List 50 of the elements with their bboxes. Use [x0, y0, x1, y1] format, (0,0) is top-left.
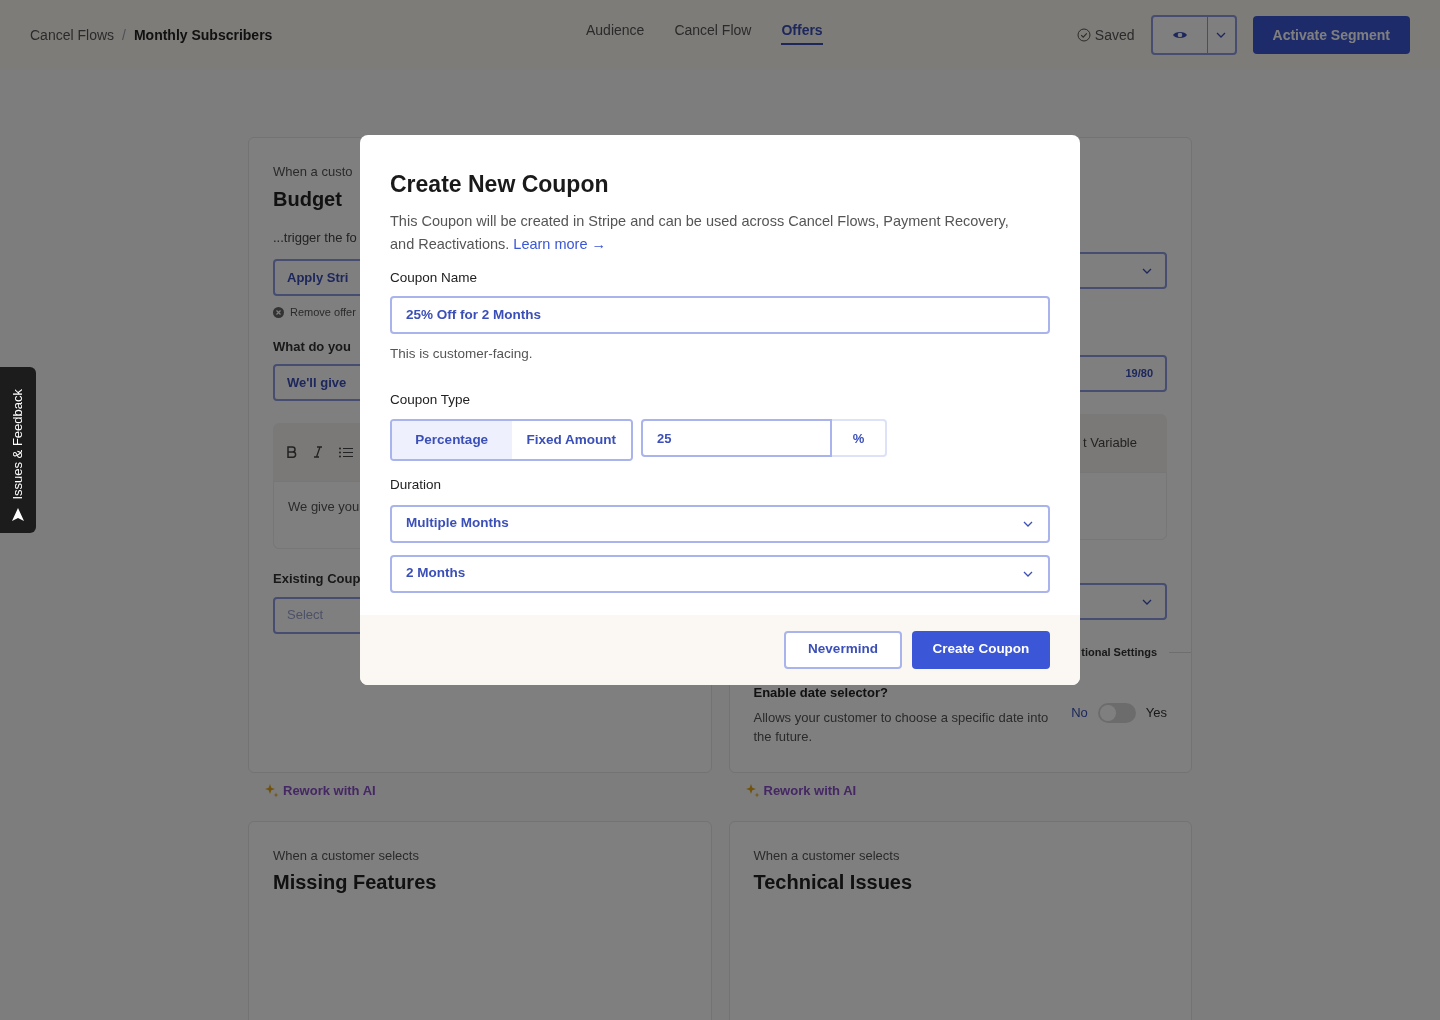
- toggle-label: No: [1071, 703, 1088, 722]
- check-circle-icon: [1076, 28, 1091, 42]
- card-intro: When a customer selects: [753, 846, 900, 865]
- learn-more-link[interactable]: Learn more →: [513, 235, 606, 252]
- list-icon[interactable]: [339, 446, 353, 458]
- duration-select[interactable]: 2 Months: [390, 554, 1050, 593]
- field-label: Coupon Type: [390, 391, 471, 409]
- nevermind-button[interactable]: Nevermind: [784, 630, 902, 669]
- eye-icon: [1171, 29, 1188, 41]
- card-title: Budget: [273, 186, 342, 212]
- breadcrumb-link[interactable]: Cancel Flows: [30, 24, 115, 46]
- insert-variable-label[interactable]: t Variable: [1083, 433, 1137, 453]
- nav-tab[interactable]: Audience: [586, 19, 645, 45]
- nav-tab[interactable]: Offers: [781, 19, 823, 45]
- nav-tab[interactable]: Cancel Flow: [674, 19, 752, 45]
- feedback-tab[interactable]: Issues & Feedback: [0, 367, 36, 533]
- activate-segment-button[interactable]: Activate Segment: [1252, 16, 1410, 54]
- card-title: Technical Issues: [753, 870, 913, 895]
- sparkle-icon: [264, 783, 279, 799]
- card-intro: When a customer selects: [273, 846, 419, 865]
- sparkle-icon: [744, 783, 760, 799]
- amount-input[interactable]: 25: [641, 419, 832, 458]
- coupon-name-input[interactable]: 25% Off for 2 Months: [390, 295, 1050, 334]
- field-label: Existing Coup: [273, 570, 361, 588]
- field-hint: This is customer-facing.: [390, 344, 533, 363]
- setting-description: Allows your customer to choose a specific date into the future.: [753, 709, 1050, 746]
- create-coupon-button[interactable]: Create Coupon: [912, 630, 1050, 669]
- field-label: Coupon Name: [390, 268, 478, 287]
- dialog-title: Create New Coupon: [390, 170, 609, 199]
- breadcrumb-separator: /: [122, 25, 126, 45]
- unit-label: %: [832, 419, 887, 458]
- card-title: Missing Features: [273, 870, 437, 895]
- coupon-type-option[interactable]: Percentage: [392, 421, 512, 460]
- dialog-description: This Coupon will be created in Stripe and can be used across Cancel Flows, Payment Recovery, and Reactivations. Learn more →: [390, 211, 1010, 254]
- field-label: What do you: [273, 337, 351, 356]
- card-text: ...trigger the fo: [273, 228, 357, 247]
- toggle-label: Yes: [1145, 703, 1167, 722]
- cursor-arrow-icon: [12, 508, 24, 521]
- editor-text: We give you: [288, 499, 360, 514]
- field-label: Duration: [390, 476, 442, 495]
- italic-icon[interactable]: [313, 446, 323, 458]
- setting-title: Enable date selector?: [753, 683, 888, 702]
- card-intro: When a custo: [273, 163, 353, 181]
- breadcrumb-link[interactable]: Monthly Subscribers: [133, 24, 273, 46]
- duration-select[interactable]: Multiple Months: [390, 504, 1050, 543]
- bold-icon[interactable]: [287, 446, 297, 458]
- section-label: tional Settings: [1081, 645, 1157, 660]
- remove-offer-link[interactable]: Remove offer: [290, 304, 356, 321]
- saved-status: Saved: [1094, 25, 1135, 45]
- close-circle-icon: [273, 306, 284, 318]
